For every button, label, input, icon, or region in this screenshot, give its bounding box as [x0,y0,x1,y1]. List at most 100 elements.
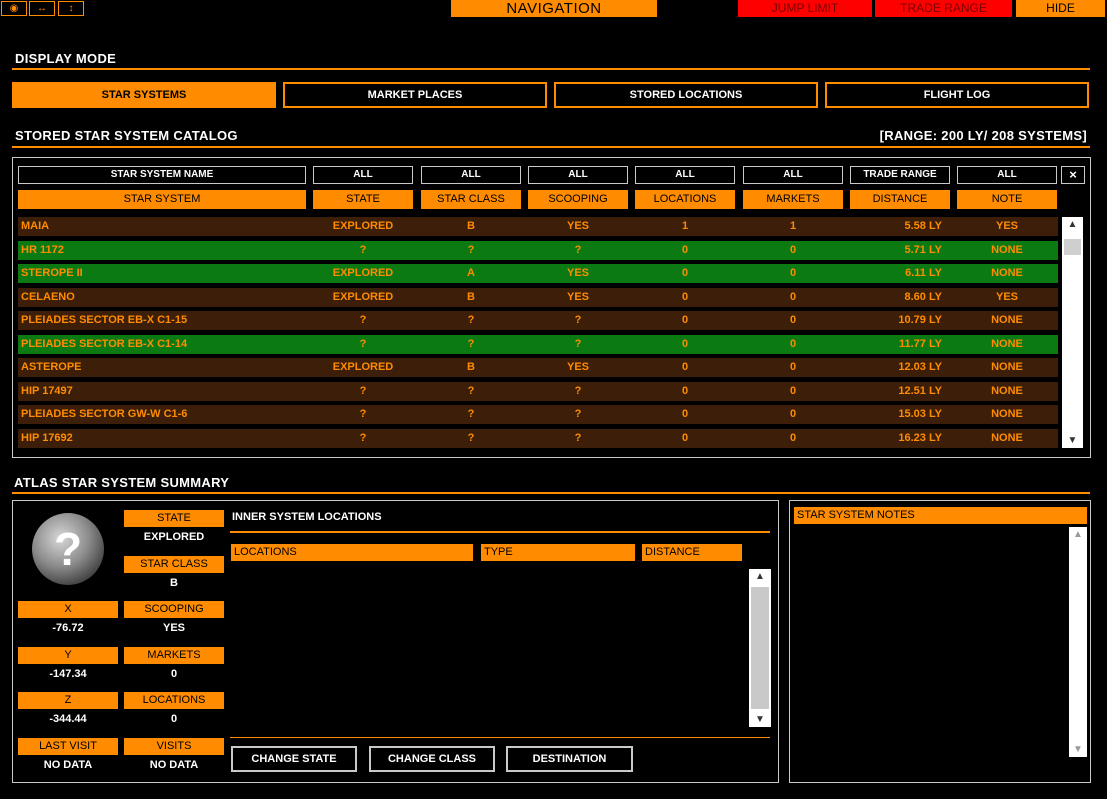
notes-scrollbar[interactable]: ▲ ▼ [1069,527,1087,757]
cell-star-class: B [467,361,475,373]
cell-markets: 0 [789,408,797,420]
column-header-distance[interactable]: DISTANCE [642,544,742,561]
window-title: NAVIGATION [451,0,657,17]
cell-note: NONE [991,408,1023,420]
trade-range-button[interactable]: TRADE RANGE [875,0,1012,17]
cell-distance: 8.60 LY [904,290,942,303]
cell-locations: 0 [681,314,689,326]
market-places-button[interactable]: MARKET PLACES [283,82,547,108]
column-header-markets[interactable]: MARKETS [743,190,843,209]
cell-note: NONE [991,314,1023,326]
scroll-thumb[interactable] [751,587,769,709]
column-header-type[interactable]: TYPE [481,544,635,561]
cell-star-system: PLEIADES SECTOR EB-X C1-15 [21,314,188,326]
cell-distance: 10.79 LY [898,314,942,326]
column-header-star-class[interactable]: STAR CLASS [421,190,521,209]
cell-markets: 0 [789,290,797,303]
cell-star-class: ? [467,337,475,350]
y-label: Y [18,647,118,664]
table-row[interactable]: ASTEROPE EXPLORED B YES 0 0 12.03 LY NONE [18,358,1058,377]
table-row[interactable]: CELAENO EXPLORED B YES 0 0 8.60 LY YES [18,287,1058,307]
table-row[interactable]: HR 1172??? 0 0 5.71 LY NONE [18,240,1058,260]
horizontal-arrows-icon[interactable]: ↔ [29,1,55,16]
cell-scooping: ? [574,408,582,420]
table-row[interactable]: STEROPE II EXPLORED A YES 0 0 6.11 LY NONE [18,264,1058,283]
destination-button[interactable]: DESTINATION [506,746,633,772]
table-row[interactable]: HIP 17497??? 0 0 12.51 LY NONE [18,381,1058,401]
scroll-up-icon[interactable]: ▲ [1062,219,1083,230]
filter-scooping[interactable]: ALL [528,166,628,184]
clear-filters-icon[interactable]: × [1061,166,1085,184]
cell-star-system: MAIA [21,220,50,232]
cell-note: NONE [991,243,1023,256]
cell-distance: 5.71 LY [904,243,942,256]
cell-markets: 1 [789,220,797,232]
cell-distance: 6.11 LY [905,267,942,279]
scroll-down-icon[interactable]: ▼ [1069,744,1087,755]
column-header-locations[interactable]: LOCATIONS [635,190,735,209]
markets-label: MARKETS [124,647,224,664]
scroll-thumb[interactable] [1064,239,1081,255]
cell-state: EXPLORED [332,220,394,232]
cell-markets: 0 [789,384,797,397]
jump-limit-button[interactable]: JUMP LIMIT [738,0,872,17]
star-systems-button[interactable]: STAR SYSTEMS [12,82,276,108]
table-row[interactable]: MAIA EXPLORED B YES 1 1 5.58 LY YES [18,217,1058,236]
hide-button[interactable]: HIDE [1016,0,1105,17]
change-class-button[interactable]: CHANGE CLASS [369,746,495,772]
catalog-title: STORED STAR SYSTEM CATALOG [15,128,238,143]
filter-star-class[interactable]: ALL [421,166,521,184]
cell-state: ? [359,243,367,256]
table-row[interactable]: PLEIADES SECTOR EB-X C1-14??? 0 0 11.77 LY N… [18,334,1058,354]
divider [12,492,1090,494]
cell-scooping: ? [574,314,582,326]
cell-star-system: HIP 17692 [21,431,73,444]
scroll-up-icon[interactable]: ▲ [1069,529,1087,540]
change-state-button[interactable]: CHANGE STATE [231,746,357,772]
table-row[interactable]: PLEIADES SECTOR GW-W C1-6??? 0 0 15.03 LY NO… [18,405,1058,424]
column-header-star-system[interactable]: STAR SYSTEM [18,190,306,209]
cell-scooping: YES [566,267,589,279]
cell-note: NONE [991,337,1023,350]
column-header-scooping[interactable]: SCOOPING [528,190,628,209]
locations-scrollbar[interactable]: ▲ ▼ [749,569,771,727]
flight-log-button[interactable]: FLIGHT LOG [825,82,1089,108]
cell-state: ? [359,431,367,444]
visits-value: NO DATA [149,759,199,771]
vertical-arrows-icon[interactable]: ↕ [58,1,84,16]
scroll-down-icon[interactable]: ▼ [1062,435,1083,446]
filter-note[interactable]: ALL [957,166,1057,184]
cell-locations: 0 [681,384,689,397]
column-header-locations[interactable]: LOCATIONS [231,544,473,561]
catalog-range: [RANGE: 200 LY/ 208 SYSTEMS] [879,128,1087,143]
cell-note: NONE [991,431,1023,444]
divider [230,737,770,738]
notes-textarea[interactable] [794,527,1067,757]
eye-icon[interactable]: ◉ [1,1,27,16]
cell-scooping: YES [566,220,589,232]
table-row[interactable]: HIP 17692??? 0 0 16.23 LY NONE [18,428,1058,448]
column-header-distance[interactable]: DISTANCE [850,190,950,209]
cell-markets: 0 [789,314,797,326]
catalog-scrollbar[interactable]: ▲ ▼ [1062,217,1083,448]
y-value: -147.34 [49,668,87,680]
cell-distance: 12.51 LY [898,384,942,397]
cell-state: ? [359,337,367,350]
x-label: X [18,601,118,618]
locations-label: LOCATIONS [124,692,224,709]
z-value: -344.44 [49,713,87,725]
cell-note: YES [995,220,1018,232]
filter-locations[interactable]: ALL [635,166,735,184]
stored-locations-button[interactable]: STORED LOCATIONS [554,82,818,108]
cell-state: EXPLORED [332,267,394,279]
filter-distance[interactable]: TRADE RANGE [850,166,950,184]
filter-star-system-name[interactable]: STAR SYSTEM NAME [18,166,306,184]
scroll-down-icon[interactable]: ▼ [749,714,771,725]
filter-markets[interactable]: ALL [743,166,843,184]
table-row[interactable]: PLEIADES SECTOR EB-X C1-15??? 0 0 10.79 LY N… [18,311,1058,330]
column-header-state[interactable]: STATE [313,190,413,209]
column-header-note[interactable]: NOTE [957,190,1057,209]
scroll-up-icon[interactable]: ▲ [749,571,771,582]
filter-state[interactable]: ALL [313,166,413,184]
top-bar: ◉ ↔ ↕ NAVIGATION JUMP LIMIT TRADE RANGE … [0,0,1107,18]
